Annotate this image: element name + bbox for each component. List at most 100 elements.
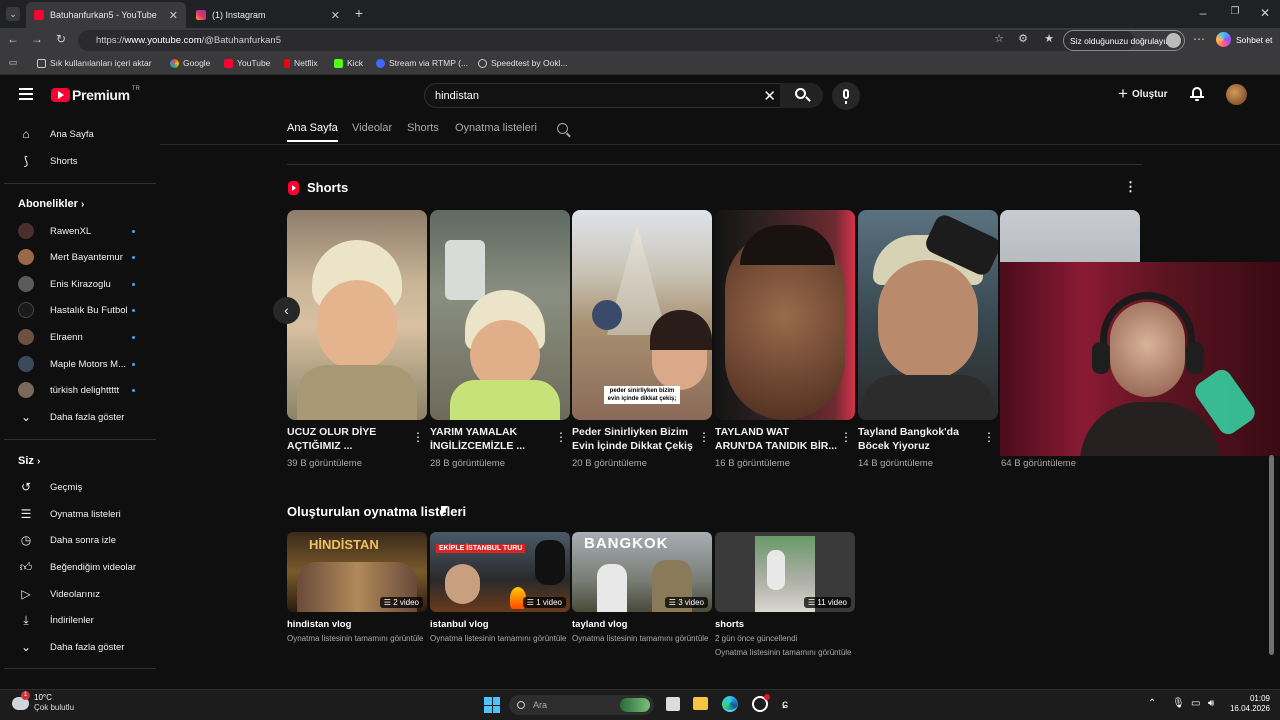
microphone-tray-icon[interactable]: 🎙︎ (1172, 698, 1185, 709)
subscription-item[interactable]: Mert Bayantemur (18, 247, 143, 267)
bookmark-youtube[interactable]: YouTube (224, 58, 270, 68)
tab-videos[interactable]: Videolar (352, 122, 392, 134)
edge-icon[interactable] (722, 696, 738, 712)
bookmarks-toggle-icon[interactable]: ▭ (6, 57, 20, 68)
playlist-thumbnail[interactable]: ☰ 11 video (715, 532, 855, 612)
create-button[interactable]: + Oluştur (1118, 85, 1168, 102)
scrollbar-thumb[interactable] (1269, 455, 1274, 655)
tab-playlists[interactable]: Oynatma listeleri (455, 122, 537, 134)
weather-widget[interactable]: 1 10°C Çok bulutlu (12, 690, 74, 713)
sidebar-item-home[interactable]: ⌂ Ana Sayfa (18, 124, 143, 144)
close-tab-icon[interactable]: ✕ (331, 9, 340, 22)
more-actions-icon[interactable]: ⋮ (412, 430, 424, 444)
channel-search-icon[interactable] (557, 123, 571, 138)
extensions-icon[interactable]: ⚙ (1016, 32, 1030, 45)
tab-youtube[interactable]: Batuhanfurkan5 - YouTube ✕ (26, 2, 186, 28)
playlist-thumbnail[interactable]: HİNDİSTAN ☰ 2 video (287, 532, 427, 612)
subscription-item[interactable]: Hastalık Bu Futbol (18, 300, 143, 320)
subscription-item[interactable]: Maple Motors M... (18, 354, 143, 374)
start-button[interactable] (484, 697, 500, 713)
subscription-item[interactable]: Elraenn (18, 327, 143, 347)
playlist-title[interactable]: hindistan vlog (287, 619, 351, 630)
new-tab-plus-icon[interactable]: + (352, 5, 366, 21)
volume-tray-icon[interactable]: 🔊︎ (1208, 698, 1214, 709)
favorite-star-icon[interactable]: ☆ (992, 32, 1006, 45)
more-actions-icon[interactable]: ⋮ (698, 430, 710, 444)
app-icon[interactable] (752, 694, 770, 712)
url-field[interactable]: https://www.youtube.com/@Batuhanfurkan5 (78, 30, 1134, 51)
section-more-icon[interactable]: ⋮ (1124, 179, 1137, 195)
signin-button[interactable]: Siz olduğunuzu doğrulayın (1063, 30, 1185, 51)
subscription-item[interactable]: türkish delighttttt (18, 380, 143, 400)
view-full-playlist-link[interactable]: Oynatma listesinin tamamını görüntüle (715, 648, 852, 657)
more-actions-icon[interactable]: ⋮ (983, 430, 995, 444)
carousel-prev-button[interactable]: ‹ (273, 297, 300, 324)
show-more-you[interactable]: ⌄ Daha fazla göster (18, 637, 143, 657)
short-thumbnail[interactable]: peder sinirliyken bizim evin içinde dikk… (572, 210, 712, 420)
you-heading[interactable]: Siz › (18, 455, 40, 467)
view-full-playlist-link[interactable]: Oynatma listesinin tamamını görüntüle (287, 634, 424, 643)
page-scrollbar[interactable] (1269, 145, 1275, 685)
close-window-icon[interactable]: ✕ (1258, 6, 1272, 20)
show-more-subscriptions[interactable]: ⌄ Daha fazla göster (18, 407, 143, 427)
file-explorer-icon[interactable] (693, 697, 708, 710)
short-thumbnail[interactable] (430, 210, 570, 420)
sidebar-item-liked[interactable]: 👍︎ Beğendiğim videolar (18, 557, 143, 577)
minimize-icon[interactable]: – (1196, 6, 1210, 20)
favorites-icon[interactable]: ★ (1042, 32, 1056, 45)
tab-home[interactable]: Ana Sayfa (287, 122, 338, 142)
clear-search-icon[interactable]: ✕ (763, 87, 776, 105)
close-tab-icon[interactable]: ✕ (169, 9, 178, 22)
display-tray-icon[interactable]: ▭ (1191, 698, 1200, 709)
hamburger-menu-icon[interactable] (19, 88, 33, 100)
more-actions-icon[interactable]: ⋮ (555, 430, 567, 444)
tab-shorts[interactable]: Shorts (407, 122, 439, 134)
copilot-chat-button[interactable]: Sohbet et (1216, 32, 1272, 47)
sidebar-item-downloads[interactable]: ⤓ İndirilenler (18, 610, 143, 630)
short-title[interactable]: TAYLAND WAT ARUN'DA TANIDIK BİR... (715, 425, 840, 453)
back-arrow-icon[interactable]: ← (6, 32, 20, 46)
subscriptions-heading[interactable]: Abonelikler › (18, 198, 84, 210)
playlist-title[interactable]: tayland vlog (572, 619, 627, 630)
search-button[interactable] (780, 83, 823, 108)
sidebar-item-your-videos[interactable]: ▷ Videolarınız (18, 584, 143, 604)
user-avatar[interactable] (1226, 84, 1247, 105)
subscription-item[interactable]: Enis Kirazoglu (18, 274, 143, 294)
bookmark-import[interactable]: Sık kullanılanları içeri aktar (37, 58, 152, 68)
taskbar-search-box[interactable]: Ara (509, 695, 654, 715)
bookmark-speedtest[interactable]: Speedtest by Ookl... (478, 58, 568, 68)
tab-instagram[interactable]: (1) Instagram ✕ (188, 2, 348, 28)
tab-actions-chevron-icon[interactable]: ⌄ (6, 7, 20, 21)
more-options-icon[interactable]: ⋯ (1192, 32, 1206, 46)
refresh-icon[interactable]: ↻ (54, 32, 68, 46)
sidebar-item-playlists[interactable]: ☰ Oynatma listeleri (18, 504, 143, 524)
bookmark-netflix[interactable]: Netflix (284, 58, 318, 68)
bookmark-kick[interactable]: Kick (334, 58, 363, 68)
short-thumbnail[interactable] (715, 210, 855, 420)
short-title[interactable]: Tayland Bangkok'da Böcek Yiyoruz (858, 425, 983, 453)
short-thumbnail[interactable] (287, 210, 427, 420)
short-title[interactable]: YARIM YAMALAK İNGİLİZCEMİZLE ... (430, 425, 555, 453)
short-thumbnail[interactable] (858, 210, 998, 420)
restore-icon[interactable]: ❐ (1228, 6, 1242, 17)
playlist-title[interactable]: shorts (715, 619, 744, 630)
search-input[interactable]: hindistan ✕ (424, 83, 789, 108)
sidebar-item-watch-later[interactable]: ◷ Daha sonra izle (18, 530, 143, 550)
playlist-title[interactable]: istanbul vlog (430, 619, 489, 630)
capcut-icon[interactable]: ɕ (782, 697, 796, 711)
youtube-premium-logo[interactable]: Premium TR (51, 86, 140, 103)
bookmark-restream[interactable]: Stream via RTMP (... (376, 58, 468, 68)
sidebar-item-history[interactable]: ↺ Geçmiş (18, 477, 143, 497)
voice-search-button[interactable] (832, 82, 860, 110)
clock[interactable]: 01:09 16.04.2026 (1228, 694, 1270, 714)
subscription-item[interactable]: RawenXL (18, 221, 143, 241)
view-full-playlist-link[interactable]: Oynatma listesinin tamamını görüntüle (430, 634, 567, 643)
bookmark-google[interactable]: Google (170, 58, 210, 68)
more-actions-icon[interactable]: ⋮ (840, 430, 852, 444)
notifications-bell-icon[interactable] (1190, 86, 1204, 101)
task-view-icon[interactable] (666, 697, 680, 711)
short-title[interactable]: UCUZ OLUR DİYE AÇTIĞIMIZ ... (287, 425, 412, 453)
playlist-thumbnail[interactable]: EKİPLE İSTANBUL TURU ☰ 1 video (430, 532, 570, 612)
show-hidden-icons[interactable]: ⌃ (1148, 698, 1156, 709)
sidebar-item-shorts[interactable]: ⟆ Shorts (18, 151, 143, 171)
